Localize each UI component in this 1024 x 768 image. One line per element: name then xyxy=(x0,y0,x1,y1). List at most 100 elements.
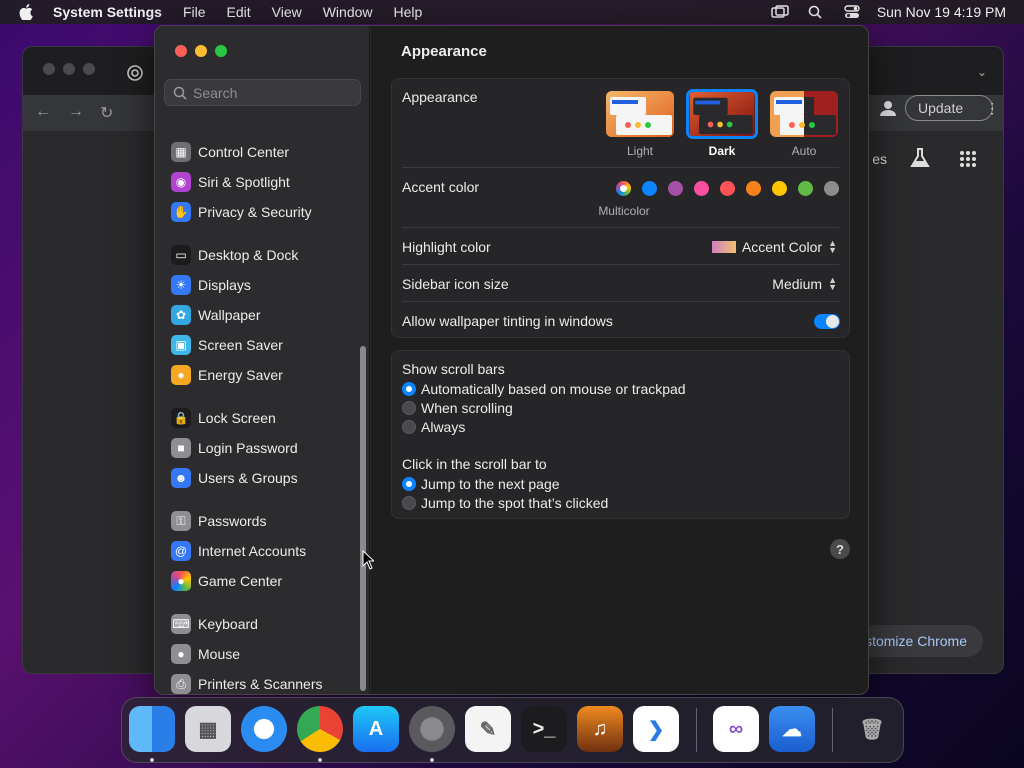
scroll-auto-radio[interactable] xyxy=(402,382,416,396)
dock-divider xyxy=(832,708,833,752)
chrome-icon[interactable] xyxy=(297,706,343,752)
sidebar-item-desktop-dock[interactable]: ▭ Desktop & Dock xyxy=(171,242,298,268)
jump-spot-label[interactable]: Jump to the spot that’s clicked xyxy=(421,495,608,511)
sidebar-item-privacy-security[interactable]: ✋ Privacy & Security xyxy=(171,199,312,225)
textedit-icon[interactable]: ✎ xyxy=(465,706,511,752)
zoom-button[interactable] xyxy=(215,45,227,57)
appearance-settings-group: Appearance Light Dark Auto Accent color … xyxy=(391,78,850,338)
scroll-bars-group: Show scroll bars Automatically based on … xyxy=(391,350,850,519)
finder-icon[interactable] xyxy=(129,706,175,752)
accent-swatch-0[interactable] xyxy=(616,181,631,196)
accent-swatch-8[interactable] xyxy=(824,181,839,196)
sidebar-item-displays[interactable]: ☀ Displays xyxy=(171,272,251,298)
sidebar-item-printers-scanners[interactable]: ⎙ Printers & Scanners xyxy=(171,671,323,694)
weather-icon[interactable]: ☁ xyxy=(769,706,815,752)
safari-icon[interactable] xyxy=(241,706,287,752)
sidebar-item-label: Desktop & Dock xyxy=(198,247,299,263)
sidebar-item-keyboard[interactable]: ⌨ Keyboard xyxy=(171,611,258,637)
chrome-partial-link[interactable]: es xyxy=(872,151,887,167)
close-button[interactable] xyxy=(175,45,187,57)
appearance-auto-thumbnail[interactable] xyxy=(770,91,838,137)
sidebar-item-lock-screen[interactable]: 🔒 Lock Screen xyxy=(171,405,276,431)
system-settings-icon[interactable] xyxy=(409,706,455,752)
menu-view[interactable]: View xyxy=(272,4,302,20)
menu-edit[interactable]: Edit xyxy=(227,4,251,20)
dock-icon: ▭ xyxy=(171,245,191,265)
app-name-menu[interactable]: System Settings xyxy=(53,4,162,20)
wallpaper-tinting-toggle[interactable] xyxy=(814,314,840,329)
sidebar-search-field[interactable]: Search xyxy=(164,79,361,106)
trash-icon[interactable]: 🗑 xyxy=(849,706,895,752)
vscode-icon[interactable]: ❯ xyxy=(633,706,679,752)
sidebar-item-screen-saver[interactable]: ▣ Screen Saver xyxy=(171,332,283,358)
app-store-icon[interactable]: A xyxy=(353,706,399,752)
scroll-when-scrolling-radio[interactable] xyxy=(402,401,416,415)
sidebar-item-wallpaper[interactable]: ✿ Wallpaper xyxy=(171,302,261,328)
jump-next-page-label[interactable]: Jump to the next page xyxy=(421,476,560,492)
customize-chrome-label: ustomize Chrome xyxy=(857,633,967,649)
appearance-dark-thumbnail[interactable] xyxy=(686,89,758,139)
search-icon[interactable] xyxy=(807,5,825,19)
highlight-swatch xyxy=(711,241,736,253)
sidebar-item-control-center[interactable]: ▦ Control Center xyxy=(171,139,289,165)
scroll-auto-label[interactable]: Automatically based on mouse or trackpad xyxy=(421,381,686,397)
terminal-icon[interactable]: >_ xyxy=(521,706,567,752)
sidebar-item-passwords[interactable]: ⚿ Passwords xyxy=(171,508,266,534)
at-icon: @ xyxy=(171,541,191,561)
sidebar-item-energy-saver[interactable]: ● Energy Saver xyxy=(171,362,283,388)
menu-file[interactable]: File xyxy=(183,4,206,20)
screen-mirroring-icon[interactable] xyxy=(771,5,789,19)
profile-avatar-icon[interactable] xyxy=(879,99,897,117)
accent-swatch-6[interactable] xyxy=(772,181,787,196)
scroll-when-scrolling-label[interactable]: When scrolling xyxy=(421,400,513,416)
sidebar-item-game-center[interactable]: ● Game Center xyxy=(171,568,282,594)
highlight-color-popup[interactable]: Accent Color ▲ ▼ xyxy=(711,239,837,255)
reload-icon[interactable]: ↻ xyxy=(100,103,113,123)
garageband-icon[interactable]: ♫ xyxy=(577,706,623,752)
lock-icon: 🔒 xyxy=(171,408,191,428)
chrome-close-button[interactable] xyxy=(43,63,55,75)
sidebar-item-label: Lock Screen xyxy=(198,410,276,426)
back-arrow-icon[interactable]: ← xyxy=(35,103,51,121)
menu-clock[interactable]: Sun Nov 19 4:19 PM xyxy=(877,4,1006,20)
chrome-window-controls xyxy=(43,63,95,75)
sidebar-icon-size-popup[interactable]: Medium ▲ ▼ xyxy=(772,276,837,293)
accent-swatch-5[interactable] xyxy=(746,181,761,196)
chrome-minimize-button[interactable] xyxy=(63,63,75,75)
jump-next-page-radio[interactable] xyxy=(402,477,416,491)
mouse-cursor-icon xyxy=(362,550,374,570)
appearance-light-thumbnail[interactable] xyxy=(606,91,674,137)
control-center-icon[interactable] xyxy=(843,5,861,19)
apple-icon[interactable] xyxy=(19,4,33,20)
sidebar-item-siri-spotlight[interactable]: ◉ Siri & Spotlight xyxy=(171,169,290,195)
divider xyxy=(402,227,839,228)
tab-search-chevron-icon[interactable]: ⌄ xyxy=(977,65,987,79)
apps-grid-icon[interactable] xyxy=(959,150,977,168)
accent-swatch-2[interactable] xyxy=(668,181,683,196)
labs-flask-icon[interactable] xyxy=(909,147,931,169)
sidebar-item-users-groups[interactable]: ☻ Users & Groups xyxy=(171,465,298,491)
sidebar-item-label: Keyboard xyxy=(198,616,258,632)
menu-help[interactable]: Help xyxy=(394,4,423,20)
scroll-always-radio[interactable] xyxy=(402,420,416,434)
minimize-button[interactable] xyxy=(195,45,207,57)
chrome-update-button[interactable]: Update ⋮ xyxy=(905,95,999,121)
sidebar-item-mouse[interactable]: ● Mouse xyxy=(171,641,240,667)
menu-window[interactable]: Window xyxy=(323,4,373,20)
accent-swatch-1[interactable] xyxy=(642,181,657,196)
launchpad-icon[interactable]: ▦ xyxy=(185,706,231,752)
sidebar-scrollbar[interactable] xyxy=(360,346,366,691)
jump-spot-radio[interactable] xyxy=(402,496,416,510)
forward-arrow-icon[interactable]: → xyxy=(68,103,84,121)
sidebar-item-internet-accounts[interactable]: @ Internet Accounts xyxy=(171,538,306,564)
sidebar-item-label: Siri & Spotlight xyxy=(198,174,290,190)
chrome-zoom-button[interactable] xyxy=(83,63,95,75)
accent-swatch-4[interactable] xyxy=(720,181,735,196)
accent-swatch-3[interactable] xyxy=(694,181,709,196)
scroll-always-label[interactable]: Always xyxy=(421,419,465,435)
accent-swatch-7[interactable] xyxy=(798,181,813,196)
help-button[interactable]: ? xyxy=(830,539,850,559)
sidebar-item-login-password[interactable]: ■ Login Password xyxy=(171,435,298,461)
highlight-color-label: Highlight color xyxy=(402,239,491,255)
visual-studio-icon[interactable]: ∞ xyxy=(713,706,759,752)
